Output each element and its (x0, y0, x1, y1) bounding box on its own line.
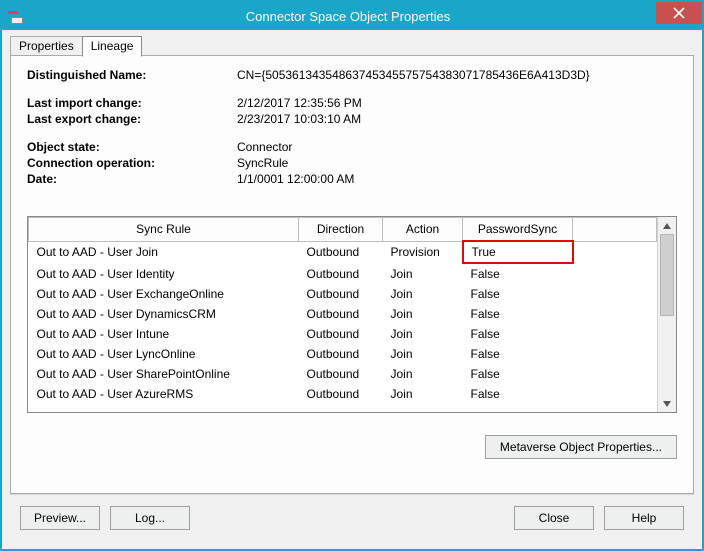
cell-password-sync: False (463, 304, 573, 324)
table-row[interactable]: Out to AAD - User AzureRMSOutboundJoinFa… (29, 384, 657, 404)
cell-sync-rule: Out to AAD - User Intune (29, 324, 299, 344)
conn-op-value: SyncRule (237, 156, 677, 170)
properties-grid: Distinguished Name: CN={5053613435486374… (27, 68, 677, 186)
table-row[interactable]: Out to AAD - User DynamicsCRMOutboundJoi… (29, 304, 657, 324)
object-state-label: Object state: (27, 140, 237, 154)
cell-action: Join (383, 364, 463, 384)
cell-direction: Outbound (299, 324, 383, 344)
table-row[interactable]: Out to AAD - User ExchangeOnlineOutbound… (29, 284, 657, 304)
log-button[interactable]: Log... (110, 506, 190, 530)
cell-password-sync: False (463, 284, 573, 304)
col-direction[interactable]: Direction (299, 218, 383, 242)
sync-rule-list[interactable]: Sync Rule Direction Action PasswordSync … (27, 216, 677, 413)
table-row[interactable]: Out to AAD - User LyncOnlineOutboundJoin… (29, 344, 657, 364)
last-export-label: Last export change: (27, 112, 237, 126)
cell-password-sync: False (463, 324, 573, 344)
scroll-down-icon[interactable] (659, 395, 675, 412)
tab-panel-lineage: Distinguished Name: CN={5053613435486374… (10, 55, 694, 494)
table-header-row: Sync Rule Direction Action PasswordSync (29, 218, 657, 242)
cell-sync-rule: Out to AAD - User LyncOnline (29, 344, 299, 364)
cell-direction: Outbound (299, 364, 383, 384)
window-title: Connector Space Object Properties (24, 9, 702, 24)
cell-sync-rule: Out to AAD - User Identity (29, 263, 299, 284)
dialog-footer: Preview... Log... Close Help (10, 494, 694, 541)
dn-label: Distinguished Name: (27, 68, 237, 82)
cell-action: Join (383, 324, 463, 344)
cell-direction: Outbound (299, 241, 383, 263)
cell-action: Join (383, 384, 463, 404)
cell-password-sync: True (463, 241, 573, 263)
titlebar[interactable]: Connector Space Object Properties (2, 2, 702, 30)
date-label: Date: (27, 172, 237, 186)
col-filler (573, 218, 657, 242)
scroll-track[interactable] (658, 234, 676, 395)
tab-properties[interactable]: Properties (10, 36, 83, 56)
scroll-thumb[interactable] (660, 234, 674, 316)
cell-action: Join (383, 344, 463, 364)
close-button[interactable]: Close (514, 506, 594, 530)
table-row[interactable]: Out to AAD - User JoinOutboundProvisionT… (29, 241, 657, 263)
cell-action: Join (383, 263, 463, 284)
scroll-up-icon[interactable] (659, 217, 675, 234)
help-button[interactable]: Help (604, 506, 684, 530)
last-export-value: 2/23/2017 10:03:10 AM (237, 112, 677, 126)
cell-password-sync: False (463, 384, 573, 404)
sync-rule-table: Sync Rule Direction Action PasswordSync … (28, 217, 657, 404)
cell-action: Provision (383, 241, 463, 263)
cell-sync-rule: Out to AAD - User SharePointOnline (29, 364, 299, 384)
col-action[interactable]: Action (383, 218, 463, 242)
client-area: Properties Lineage Distinguished Name: C… (2, 30, 702, 549)
dn-value: CN={505361343548637453455757543830717854… (237, 68, 677, 82)
cell-action: Join (383, 284, 463, 304)
cell-sync-rule: Out to AAD - User ExchangeOnline (29, 284, 299, 304)
cell-direction: Outbound (299, 344, 383, 364)
dialog-window: Connector Space Object Properties Proper… (0, 0, 704, 551)
preview-button[interactable]: Preview... (20, 506, 100, 530)
last-import-label: Last import change: (27, 96, 237, 110)
tab-lineage[interactable]: Lineage (82, 36, 143, 57)
cell-password-sync: False (463, 263, 573, 284)
cell-direction: Outbound (299, 384, 383, 404)
table-row[interactable]: Out to AAD - User IntuneOutboundJoinFals… (29, 324, 657, 344)
cell-password-sync: False (463, 364, 573, 384)
tabstrip: Properties Lineage (10, 34, 694, 56)
close-icon[interactable] (656, 2, 702, 24)
metaverse-properties-button[interactable]: Metaverse Object Properties... (485, 435, 677, 459)
col-password-sync[interactable]: PasswordSync (463, 218, 573, 242)
last-import-value: 2/12/2017 12:35:56 PM (237, 96, 677, 110)
cell-password-sync: False (463, 344, 573, 364)
date-value: 1/1/0001 12:00:00 AM (237, 172, 677, 186)
cell-sync-rule: Out to AAD - User DynamicsCRM (29, 304, 299, 324)
app-icon (8, 8, 24, 24)
cell-sync-rule: Out to AAD - User Join (29, 241, 299, 263)
cell-direction: Outbound (299, 304, 383, 324)
vertical-scrollbar[interactable] (657, 217, 676, 412)
cell-direction: Outbound (299, 263, 383, 284)
cell-sync-rule: Out to AAD - User AzureRMS (29, 384, 299, 404)
cell-action: Join (383, 304, 463, 324)
cell-direction: Outbound (299, 284, 383, 304)
conn-op-label: Connection operation: (27, 156, 237, 170)
col-sync-rule[interactable]: Sync Rule (29, 218, 299, 242)
object-state-value: Connector (237, 140, 677, 154)
table-row[interactable]: Out to AAD - User SharePointOnlineOutbou… (29, 364, 657, 384)
table-row[interactable]: Out to AAD - User IdentityOutboundJoinFa… (29, 263, 657, 284)
